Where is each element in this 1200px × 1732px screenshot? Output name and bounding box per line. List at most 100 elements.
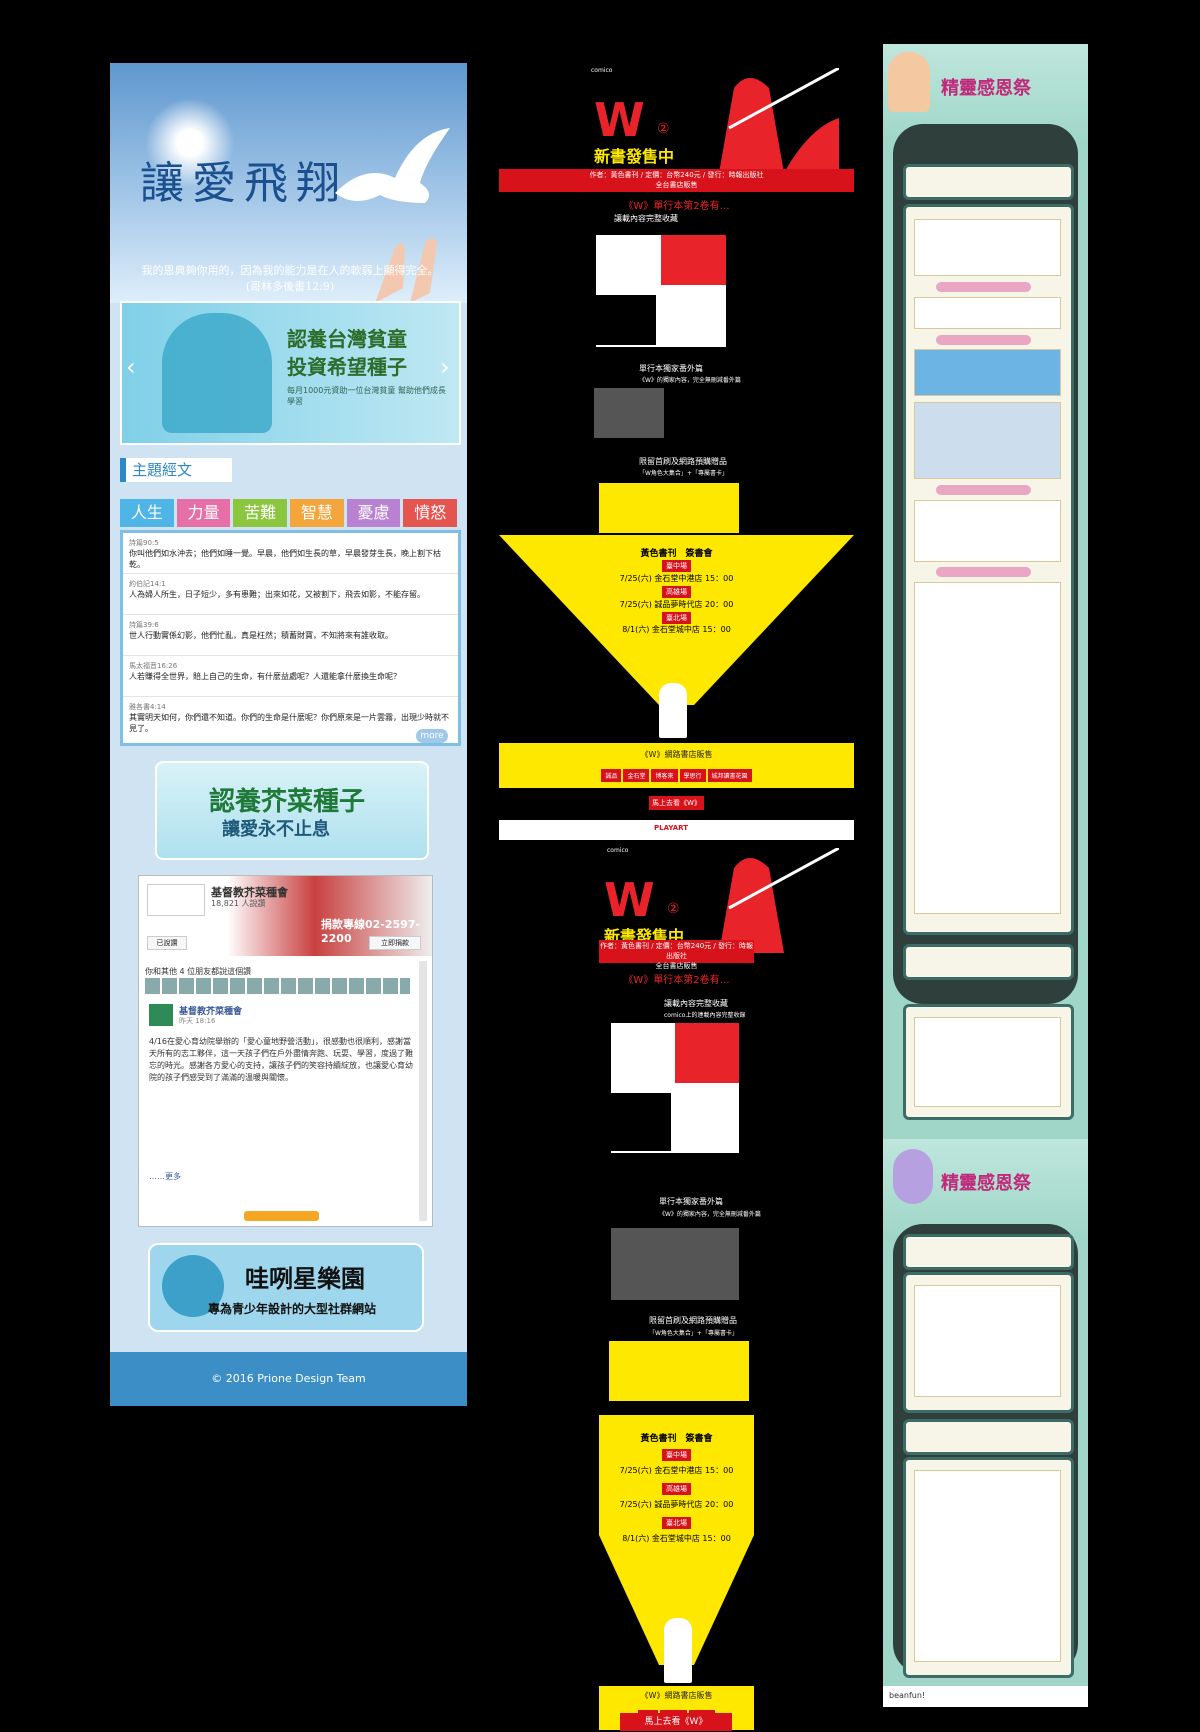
tab-worry[interactable]: 憂慮 <box>346 499 401 527</box>
footer-logo: beanfun! <box>889 1691 926 1700</box>
banner-title-1: 認養台灣貧童 <box>287 327 407 351</box>
fb-like-count: 18,821 人說讚 <box>211 899 266 908</box>
chevron-right-icon[interactable]: › <box>440 353 450 381</box>
verse-ref: 詩篇39:6 <box>129 621 159 629</box>
verse-text: 世人行動實係幻影，他們忙亂，真是枉然；積蓄財寶，不知將來有誰收取。 <box>129 631 393 640</box>
tab-life[interactable]: 人生 <box>120 499 174 527</box>
hooded-figure <box>664 1618 692 1683</box>
boss-image <box>914 402 1061 479</box>
seed-title-2: 讓愛永不止息 <box>222 819 330 840</box>
comic-panel-2 <box>611 1228 739 1300</box>
event-detail-1: 7/25(六) 金石堂中港店 15：00 <box>619 1466 734 1475</box>
verse-ref: 約伯記14:1 <box>129 580 166 588</box>
section-subtitle: 《W》單行本第2卷有… <box>623 201 730 212</box>
panel-black-block <box>596 295 656 345</box>
footer: © 2016 Prione Design Team <box>110 1352 467 1406</box>
fb-scrollbar[interactable] <box>419 961 427 1221</box>
reaper-illustration <box>719 68 839 173</box>
hero-verse: 我的恩典夠你用的，因為我的能力是在人的軟弱上顯得完全。 (哥林多後書12:9) <box>120 263 460 295</box>
reward-card <box>914 1017 1061 1107</box>
reaper-illustration <box>719 848 839 953</box>
mustard-seed-banner[interactable]: 認養芥菜種子 讓愛永不止息 <box>155 761 429 860</box>
store-title: 《W》網路書店販售 <box>640 1691 713 1700</box>
section-label <box>936 567 1031 577</box>
comic-panel-1 <box>609 1021 741 1155</box>
feature-1-title: 讓載內容完整收藏 <box>664 999 728 1008</box>
wala-title: 哇咧星樂園 <box>245 1265 365 1293</box>
feature-3-desc: 「W角色大集合」+「專屬書卡」 <box>639 470 728 477</box>
store-xuesi[interactable]: 學思行 <box>679 769 706 782</box>
banner-description: 每月1000元資助一位台灣貧童 幫助他們成長學習 <box>287 386 446 406</box>
sponsor-banner[interactable]: 認養台灣貧童 投資希望種子 每月1000元資助一位台灣貧童 幫助他們成長學習 ‹… <box>120 301 461 445</box>
event-detail-2: 7/25(六) 誠品夢時代店 20：00 <box>619 600 734 609</box>
feature-3-desc: 「W角色大集合」+「專屬書卡」 <box>649 1330 738 1337</box>
poster-1: comico W ② 新書發售中 <box>499 63 854 173</box>
game-screenshot <box>914 349 1061 396</box>
store-title: 《W》網路書店販售 <box>640 750 713 759</box>
book-info-line1: 作者：黃色書刊 / 定價：台幣240元 / 發行：時報出版社 <box>589 171 764 179</box>
verse-list: 詩篇90:5 你叫他們如水沖去；他們如睡一覺。早晨，他們如生長的草，早晨發芽生長，… <box>120 530 461 746</box>
panel-red-block <box>661 235 726 285</box>
section-header <box>903 164 1074 200</box>
feature-3-title: 限留首刷及網路預購贈品 <box>639 457 727 466</box>
book-info: 作者：黃色書刊 / 定價：台幣240元 / 發行：時報出版社 全台書店販售 <box>499 169 854 192</box>
dove-icon <box>335 128 450 203</box>
store-books[interactable]: 博客來 <box>651 769 678 782</box>
section-label <box>936 335 1031 345</box>
event-city-1: 臺中場 <box>499 1449 854 1461</box>
feature-2-title: 單行本獨家番外篇 <box>639 364 703 373</box>
fb-more-link[interactable]: ……更多 <box>149 1171 181 1182</box>
event-city-2: 高雄場 <box>499 1483 854 1495</box>
list-item[interactable]: 詩篇39:6 世人行動實係幻影，他們忙亂，真是枉然；積蓄財寶，不知將來有誰收取。 <box>123 615 458 656</box>
fb-action-bar[interactable] <box>244 1211 319 1221</box>
signing-title: 黃色書刊 簽書會 <box>640 549 713 559</box>
event-city: 臺中場 <box>662 560 691 572</box>
character-icon <box>893 1149 933 1204</box>
hooded-figure <box>659 683 687 738</box>
new-book-label: 新書發售中 <box>594 147 675 166</box>
book-info-line2: 全台書店販售 <box>655 181 698 189</box>
section-header <box>903 944 1074 980</box>
book-info-line1: 作者：黃色書刊 / 定價：台幣240元 / 發行：時報出版社 <box>600 942 753 960</box>
fb-post-body: 4/16在愛心育幼院舉辦的「愛心童地野營活動」，很感動也很順利，感謝當天所有的志… <box>149 1037 413 1082</box>
tab-strength[interactable]: 力量 <box>176 499 231 527</box>
event-detail-3: 8/1(六) 金石堂城中店 15：00 <box>622 625 731 634</box>
panel-black-block <box>611 1093 671 1151</box>
event-city: 高雄場 <box>662 586 691 598</box>
list-item[interactable]: 雅各書4:14 其實明天如何，你們還不知道。你們的生命是什麼呢？你們原來是一片雲霧… <box>123 697 458 737</box>
store-cite[interactable]: 城邦讀書花園 <box>707 769 752 782</box>
gift-illustration <box>609 1341 749 1401</box>
fb-liked-button[interactable]: 已說讚 <box>147 936 187 950</box>
chevron-left-icon[interactable]: ‹ <box>126 353 136 381</box>
verse-text: 人若賺得全世界，賠上自己的生命，有什麼益處呢？人還能拿什麼換生命呢？ <box>129 672 401 681</box>
read-now-button-2[interactable]: 馬上去看《W》 <box>620 1713 732 1731</box>
tab-suffering[interactable]: 苦難 <box>233 499 288 527</box>
store-kingstone[interactable]: 金石堂 <box>623 769 650 782</box>
verse-ref: (哥林多後書12:9) <box>245 280 335 293</box>
wala-banner[interactable]: 哇咧星樂園 專為青少年設計的大型社群網站 <box>148 1243 424 1332</box>
brand-label: comico <box>591 67 613 74</box>
tab-anger[interactable]: 憤怒 <box>403 499 458 527</box>
verse-text: 其實明天如何，你們還不知道。你們的生命是什麼呢？你們原來是一片雲霧，出現少時就不… <box>129 713 449 733</box>
item-grid <box>914 500 1061 562</box>
publisher-logo: PLAYART <box>654 824 689 832</box>
list-item[interactable]: 約伯記14:1 人為婦人所生，日子短少，多有患難；出來如花，又被割下，飛去如影，不… <box>123 574 458 615</box>
event-city: 臺北場 <box>662 612 691 624</box>
info-card <box>914 1285 1061 1397</box>
read-now-button[interactable]: 馬上去看《W》 <box>649 796 704 810</box>
tab-wisdom[interactable]: 智慧 <box>290 499 344 527</box>
list-item[interactable]: 馬太福音16:26 人若賺得全世界，賠上自己的生命，有什麼益處呢？人還能拿什麼換生… <box>123 656 458 697</box>
more-button[interactable]: more <box>416 729 448 743</box>
list-item[interactable]: 詩篇90:5 你叫他們如水沖去；他們如睡一覺。早晨，他們如生長的草，早晨發芽生長，… <box>123 533 458 574</box>
event-section-3 <box>903 1272 1074 1413</box>
info-card <box>914 219 1061 276</box>
event-detail-2: 7/25(六) 誠品夢時代店 20：00 <box>619 1500 734 1509</box>
section-subtitle: 《W》單行本第2卷有… <box>623 975 730 986</box>
store-eslite[interactable]: 誠品 <box>601 769 622 782</box>
publisher-bar: PLAYART <box>499 820 854 840</box>
signing-title: 黃色書刊 簽書會 <box>640 1434 713 1444</box>
verse-ref: 馬太福音16:26 <box>129 662 178 670</box>
fb-post-time: 昨天 18:16 <box>179 1017 216 1025</box>
fb-donate-button[interactable]: 立即捐款 <box>369 936 421 950</box>
section-label <box>936 485 1031 495</box>
